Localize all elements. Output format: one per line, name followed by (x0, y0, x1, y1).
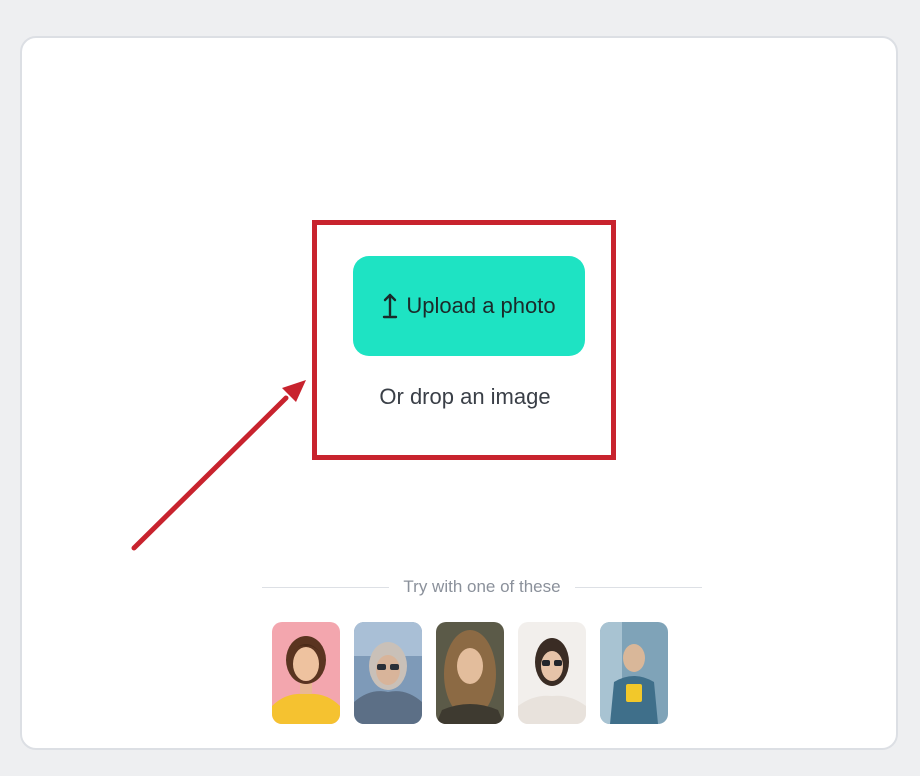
divider-line-left (262, 586, 390, 588)
sample-photo-4[interactable] (518, 622, 586, 724)
sample-photo-1[interactable] (272, 622, 340, 724)
drop-image-hint: Or drop an image (379, 384, 551, 409)
sample-divider-text: Try with one of these (403, 577, 561, 596)
sample-divider: Try with one of these (262, 572, 703, 602)
upload-button-label: Upload a photo (406, 293, 556, 318)
sample-photos (272, 622, 668, 724)
sample-photo-3[interactable] (436, 622, 504, 724)
sample-photo-5[interactable] (600, 622, 668, 724)
upload-photo-button[interactable]: Upload a photo (353, 256, 585, 356)
upload-icon (382, 292, 398, 320)
sample-photo-2[interactable] (354, 622, 422, 724)
divider-line-right (574, 586, 703, 588)
